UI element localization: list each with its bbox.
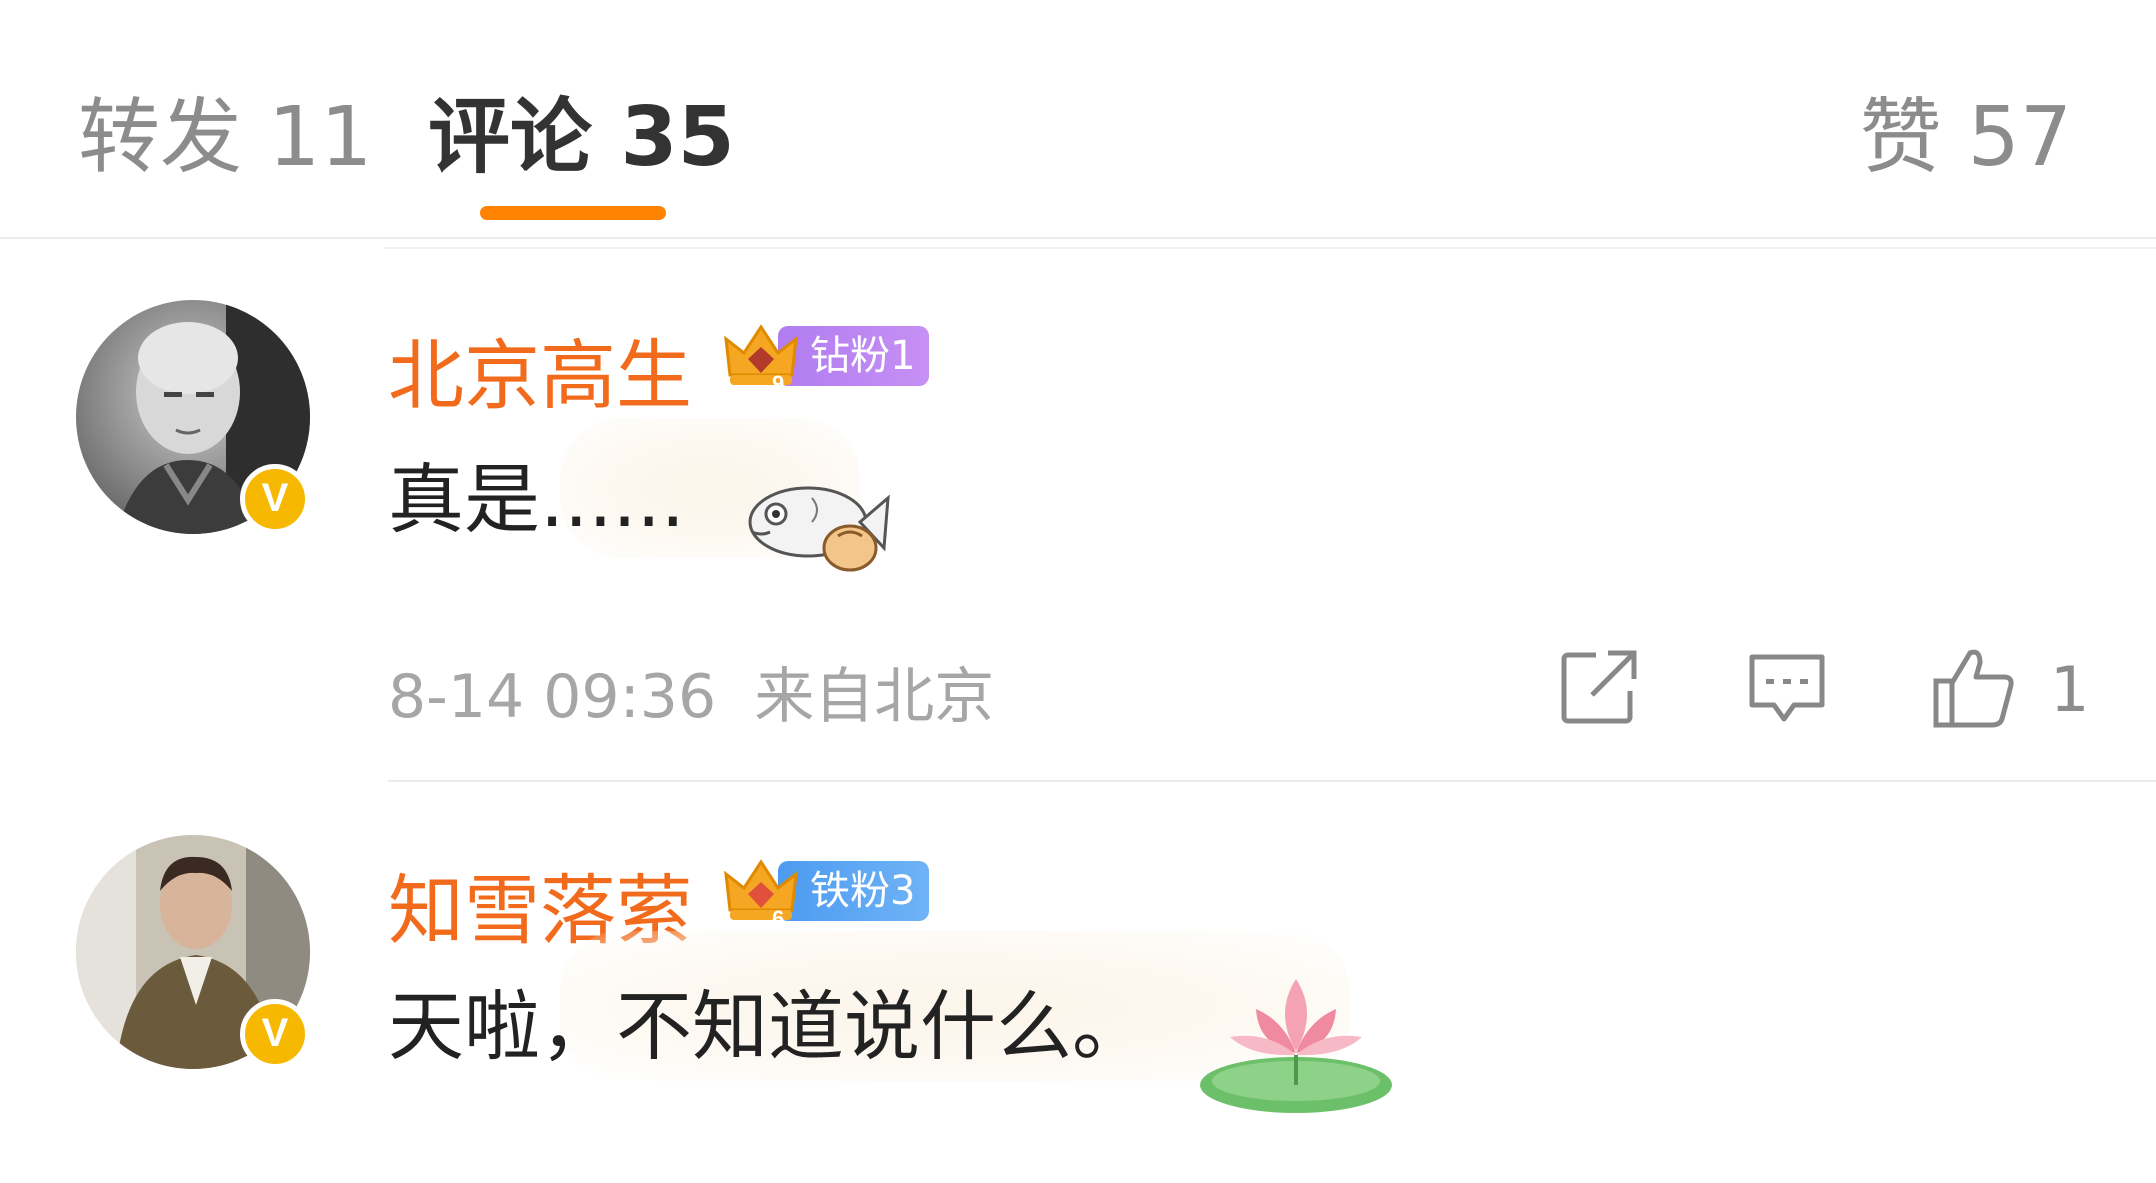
- comment-source: 来自北京: [754, 662, 995, 732]
- tab-comments[interactable]: 评论 35: [428, 70, 735, 189]
- thumbs-up-icon[interactable]: [1930, 645, 2016, 731]
- verified-badge: V: [240, 999, 310, 1069]
- verified-badge: V: [240, 464, 310, 534]
- divider: [0, 237, 2156, 239]
- crown-icon: 9: [724, 324, 798, 395]
- comment-meta: 8-14 09:36 来自北京: [388, 648, 994, 735]
- tab-repost[interactable]: 转发 11: [78, 70, 372, 189]
- comment-item: V 知雪落萦 6 铁粉3 天啦，不知道说什么。: [0, 835, 2156, 1183]
- comment-time: 8-14 09:36: [388, 662, 717, 732]
- fan-level: 6: [772, 906, 784, 930]
- fan-level: 9: [772, 371, 784, 395]
- crown-icon: 6: [724, 859, 798, 930]
- fan-badge-label: 铁粉3: [778, 861, 930, 921]
- like-count: 1: [2050, 653, 2090, 726]
- active-tab-indicator: [480, 206, 666, 220]
- divider: [388, 780, 2156, 782]
- comment-actions: 1: [1556, 645, 2096, 735]
- tab-bar: 转发 11 评论 35 赞 57: [0, 0, 2156, 240]
- fish-emoji: [748, 486, 890, 572]
- comment-item: V 北京高生 9 钻粉1 真是...... 8-14 09:36 来自北京 1: [0, 300, 2156, 780]
- fan-badge[interactable]: 6 铁粉3: [722, 857, 930, 930]
- reply-icon[interactable]: [1744, 645, 1830, 731]
- tab-likes[interactable]: 赞 57: [1860, 70, 2072, 189]
- comment-text: 天啦，不知道说什么。: [388, 982, 1148, 1071]
- divider: [384, 247, 2156, 249]
- fan-badge[interactable]: 9 钻粉1: [722, 322, 930, 395]
- fan-badge-label: 钻粉1: [778, 326, 930, 386]
- lotus-emoji: [1200, 979, 1392, 1113]
- share-icon[interactable]: [1556, 645, 1642, 731]
- username[interactable]: 北京高生: [388, 314, 692, 424]
- comment-text: 真是......: [388, 455, 685, 544]
